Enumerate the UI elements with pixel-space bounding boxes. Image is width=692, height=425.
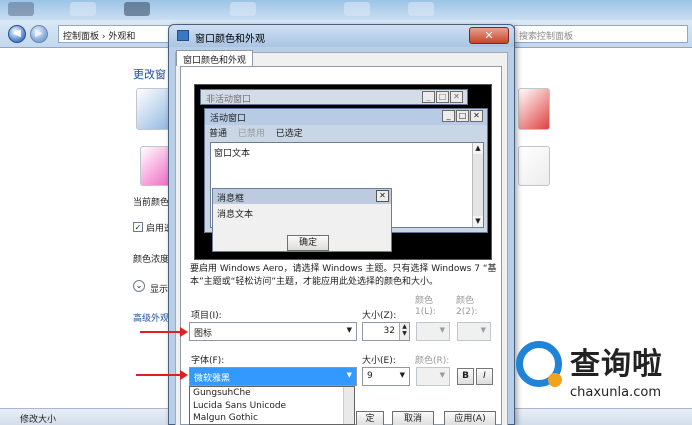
font-color-picker[interactable]: ▼ (416, 367, 450, 386)
back-arrow-icon: ◀ (13, 28, 21, 39)
scroll-down-icon: ▼ (473, 216, 483, 227)
chevron-down-icon: ▼ (346, 326, 352, 334)
inactive-window: 非活动窗口 _ □ ✕ (200, 89, 468, 105)
dialog-title: 窗口颜色和外观 (195, 34, 265, 45)
advanced-appearance-link[interactable]: 高级外观 (133, 311, 169, 324)
minimize-icon: _ (422, 91, 435, 103)
menu-item-normal: 普通 (209, 129, 228, 139)
back-button[interactable]: ◀ (8, 25, 26, 43)
watermark-url: chaxunla.com (570, 385, 661, 400)
ok-button[interactable]: 定 (356, 411, 384, 425)
preview-menu: 普通 已禁用 已选定 (209, 126, 311, 139)
search-input[interactable]: 搜索控制面板 (514, 25, 688, 43)
font-size-select[interactable]: 9 ▼ (362, 367, 410, 386)
taskbar-icon[interactable] (230, 2, 256, 16)
close-icon: ✕ (450, 91, 463, 103)
chevron-down-icon: ▼ (346, 371, 352, 379)
dropdown-scrollbar[interactable] (343, 387, 354, 424)
font-option[interactable]: Lucida Sans Unicode (190, 400, 354, 413)
taskbar-icon[interactable] (8, 2, 34, 16)
color1-picker[interactable]: ▼ (416, 322, 450, 341)
size-label: 大小(Z): (362, 311, 397, 321)
transparency-checkbox[interactable]: ✓ (133, 222, 143, 232)
preview-ok-button: 确定 (287, 235, 329, 251)
font-option[interactable]: GungsuhChe (190, 387, 354, 400)
tab-window-color[interactable]: 窗口颜色和外观 (176, 50, 254, 66)
minimize-icon: _ (442, 110, 455, 122)
status-text: 修改大小 (20, 415, 57, 425)
window-icon (177, 30, 189, 41)
font-size-label: 大小(E): (362, 356, 396, 366)
taskbar-icon[interactable] (408, 2, 434, 16)
dialog-titlebar[interactable]: 窗口颜色和外观 ✕ (169, 25, 514, 47)
spinner-arrows-icon[interactable]: ▲ ▼ (399, 323, 409, 340)
maximize-icon: □ (436, 91, 449, 103)
scroll-up-icon: ▲ (473, 143, 483, 154)
page-title: 更改窗 (133, 68, 166, 81)
menu-item-disabled: 已禁用 (237, 129, 265, 139)
taskbar-strip (0, 0, 692, 20)
watermark-logo: 查询啦 chaxunla.com (512, 335, 692, 407)
apply-button[interactable]: 应用(A) (444, 411, 496, 425)
chevron-down-icon: ▼ (480, 326, 486, 334)
message-box-text: 消息文本 (217, 210, 254, 220)
inactive-window-title: 非活动窗口 _ □ ✕ (201, 90, 467, 106)
close-icon: ✕ (376, 190, 389, 202)
active-window-title: 活动窗口 _ □ ✕ (205, 109, 487, 125)
preview-scrollbar: ▲ ▼ (472, 143, 483, 227)
aero-description: 要启用 Windows Aero，请选择 Windows 主题。只有选择 Win… (190, 264, 497, 287)
address-bar[interactable]: 控制面板 › 外观和 (58, 25, 178, 43)
forward-button[interactable]: ▶ (30, 25, 48, 43)
forward-arrow-icon: ▶ (35, 28, 43, 39)
color2-picker[interactable]: ▼ (457, 322, 491, 341)
cancel-button[interactable]: 取消 (392, 411, 434, 425)
watermark-text: 查询啦 (570, 347, 663, 382)
close-icon: ✕ (470, 110, 483, 122)
menu-item-selected: 已选定 (275, 129, 303, 139)
italic-button[interactable]: I (476, 368, 493, 385)
maximize-icon: □ (456, 110, 469, 122)
chevron-down-icon: ▼ (439, 371, 445, 379)
show-mixer-label[interactable]: 显示 (150, 282, 168, 295)
preview-message-box: 消息框 ✕ 消息文本 确定 (212, 188, 392, 252)
taskbar-icon[interactable] (70, 2, 96, 16)
color2-label: 颜色 2(2): (456, 296, 478, 317)
font-option[interactable]: Malgun Gothic (190, 412, 354, 424)
current-color-label: 当前颜色 (133, 198, 170, 208)
font-select[interactable]: 微软雅黑 ▼ (189, 367, 357, 386)
expand-chevron-icon[interactable]: ⌄ (133, 280, 145, 292)
color-swatch-red[interactable] (518, 88, 550, 130)
chevron-down-icon: ▼ (439, 326, 445, 334)
font-dropdown-list: GungsuhChe Lucida Sans Unicode Malgun Go… (189, 386, 355, 425)
color-swatch-frost[interactable] (518, 146, 550, 186)
message-box-title: 消息框 ✕ (213, 189, 391, 204)
font-label: 字体(F): (191, 356, 225, 366)
color1-label: 颜色 1(L): (415, 296, 436, 317)
font-color-label: 颜色(R): (415, 356, 450, 366)
item-label: 项目(I): (191, 311, 222, 321)
size-spinner[interactable]: 32 ▲ ▼ (362, 322, 410, 341)
taskbar-icon[interactable] (344, 2, 370, 16)
chevron-down-icon: ▼ (399, 371, 405, 379)
color-intensity-label: 颜色浓度 (133, 255, 170, 265)
item-select[interactable]: 图标 ▼ (189, 322, 357, 341)
taskbar-icon[interactable] (124, 2, 150, 16)
logo-dot-icon (548, 373, 562, 387)
annotation-arrow (140, 327, 188, 337)
annotation-arrow (136, 370, 188, 380)
close-button[interactable]: ✕ (469, 27, 509, 44)
bold-button[interactable]: B (457, 368, 474, 385)
